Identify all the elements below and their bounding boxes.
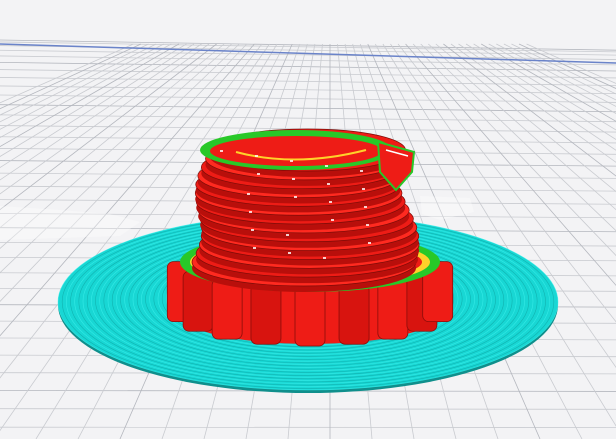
surface-highlight — [251, 229, 254, 231]
surface-highlight — [220, 150, 223, 152]
surface-highlight — [257, 173, 260, 175]
surface-highlight — [331, 219, 334, 221]
surface-highlight — [253, 247, 256, 249]
surface-highlight — [290, 160, 293, 162]
surface-highlight — [362, 188, 365, 190]
grid-line — [0, 39, 616, 51]
surface-highlight — [323, 257, 326, 259]
spiral-top-inner — [210, 136, 382, 166]
gear-tooth — [211, 278, 243, 340]
surface-highlight — [255, 155, 258, 157]
grid-line — [481, 43, 616, 122]
surface-highlight — [366, 224, 369, 226]
surface-highlight — [327, 183, 330, 185]
gear-tooth — [338, 283, 370, 345]
surface-highlight — [364, 206, 367, 208]
surface-highlight — [249, 211, 252, 213]
surface-highlight — [292, 178, 295, 180]
gear-tooth — [250, 283, 282, 345]
spiral-body — [191, 128, 420, 292]
surface-highlight — [368, 242, 371, 244]
surface-highlight — [247, 193, 250, 195]
grid-line — [0, 408, 616, 410]
gear-tooth — [294, 285, 326, 347]
3d-viewport[interactable] — [0, 0, 616, 439]
grid-line — [511, 43, 616, 95]
surface-highlight — [288, 252, 291, 254]
grid-line — [0, 43, 142, 110]
surface-highlight — [329, 201, 332, 203]
layer-view-canvas[interactable] — [0, 0, 616, 439]
surface-highlight — [286, 234, 289, 236]
gear-tooth — [377, 278, 409, 340]
surface-highlight — [360, 170, 363, 172]
surface-highlight — [294, 196, 297, 198]
surface-highlight — [325, 165, 328, 167]
